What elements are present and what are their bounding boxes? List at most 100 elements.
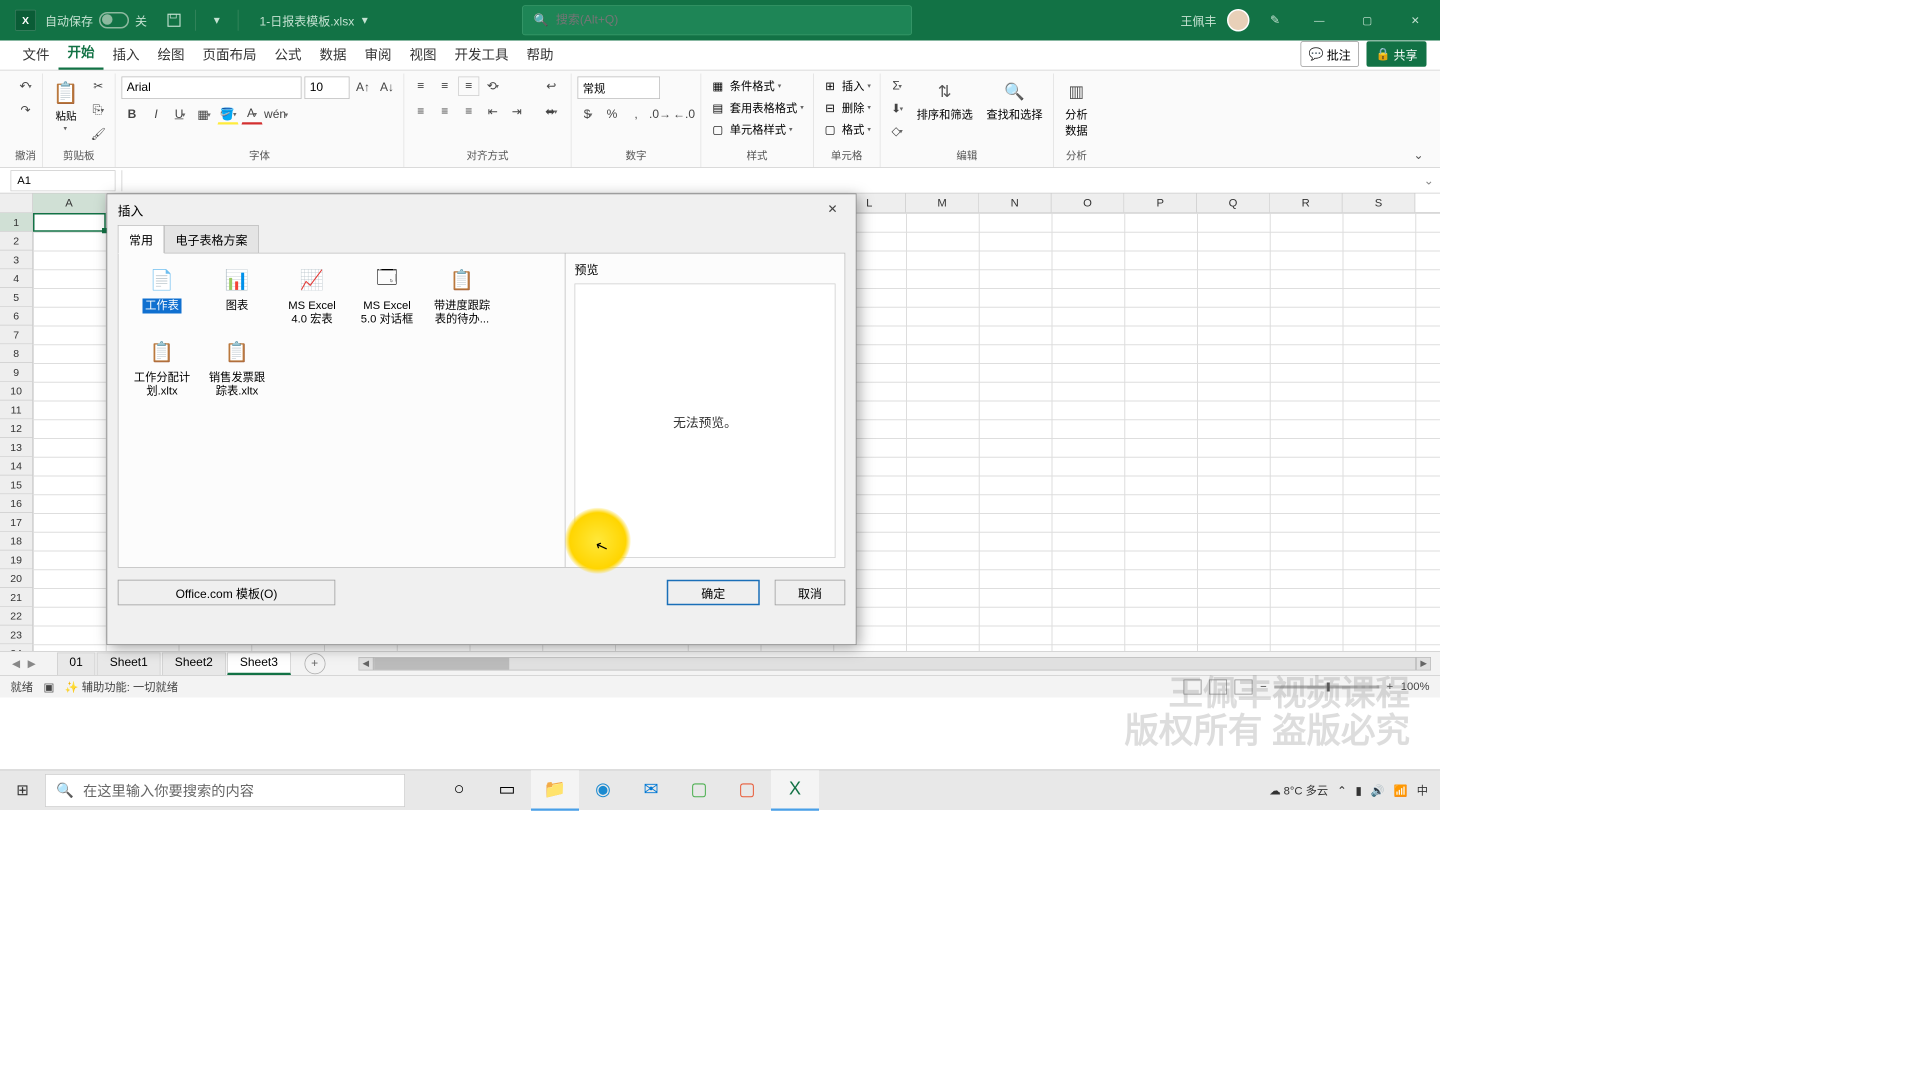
row-header[interactable]: 13 bbox=[0, 438, 33, 457]
row-header[interactable]: 19 bbox=[0, 551, 33, 570]
zoom-out-icon[interactable]: − bbox=[1260, 680, 1267, 693]
row-header[interactable]: 8 bbox=[0, 344, 33, 363]
align-top-icon[interactable]: ≡ bbox=[410, 77, 431, 97]
tray-volume-icon[interactable]: 🔊 bbox=[1371, 783, 1385, 797]
undo-icon[interactable]: ↶▾ bbox=[15, 77, 36, 97]
formula-input[interactable] bbox=[122, 170, 1418, 191]
dialog-tab[interactable]: 常用 bbox=[118, 225, 165, 254]
decrease-decimal-icon[interactable]: ←.0 bbox=[674, 105, 695, 125]
col-header[interactable]: M bbox=[906, 194, 979, 213]
increase-indent-icon[interactable]: ⇥ bbox=[506, 102, 527, 122]
template-item[interactable]: 📋工作分配计划.xltx bbox=[126, 333, 198, 402]
qat-dropdown[interactable]: ▾ bbox=[205, 8, 229, 32]
row-header[interactable]: 3 bbox=[0, 251, 33, 270]
minimize-button[interactable]: — bbox=[1301, 5, 1339, 35]
office-templates-button[interactable]: Office.com 模板(O) bbox=[118, 580, 336, 606]
cut-icon[interactable]: ✂ bbox=[88, 77, 109, 97]
row-header[interactable]: 15 bbox=[0, 476, 33, 495]
sheet-tab[interactable]: 01 bbox=[57, 652, 96, 675]
row-header[interactable]: 7 bbox=[0, 326, 33, 345]
row-header[interactable]: 12 bbox=[0, 419, 33, 438]
page-break-view-icon[interactable] bbox=[1235, 679, 1253, 694]
task-app2-icon[interactable]: ▢ bbox=[723, 770, 771, 811]
border-icon[interactable]: ▦▾ bbox=[194, 105, 215, 125]
close-button[interactable]: ✕ bbox=[1397, 5, 1435, 35]
task-explorer-icon[interactable]: 📁 bbox=[531, 770, 579, 811]
row-header[interactable]: 9 bbox=[0, 363, 33, 382]
zoom-slider[interactable] bbox=[1274, 685, 1379, 688]
clear-icon[interactable]: ◇▾ bbox=[887, 122, 908, 142]
row-header[interactable]: 6 bbox=[0, 307, 33, 326]
font-size-select[interactable] bbox=[305, 77, 350, 100]
cell-styles-button[interactable]: ▢单元格样式▾ bbox=[707, 120, 806, 139]
template-item[interactable]: 🗔MS Excel 5.0 对话框 bbox=[351, 261, 423, 330]
align-left-icon[interactable]: ≡ bbox=[410, 102, 431, 122]
autosave-toggle[interactable]: 自动保存 关 bbox=[45, 11, 147, 29]
increase-font-icon[interactable]: A↑ bbox=[353, 78, 374, 98]
ok-button[interactable]: 确定 bbox=[667, 580, 760, 606]
format-painter-icon[interactable]: 🖌 bbox=[88, 125, 109, 145]
autosum-icon[interactable]: Σ▾ bbox=[887, 77, 908, 97]
ribbon-tab-页面布局[interactable]: 页面布局 bbox=[194, 38, 266, 70]
tray-ime-icon[interactable]: 中 bbox=[1417, 782, 1428, 798]
tray-wifi-icon[interactable]: 📶 bbox=[1394, 783, 1408, 797]
task-view-icon[interactable]: ▭ bbox=[483, 770, 531, 811]
task-app1-icon[interactable]: ▢ bbox=[675, 770, 723, 811]
ribbon-tab-数据[interactable]: 数据 bbox=[311, 38, 356, 70]
row-header[interactable]: 20 bbox=[0, 569, 33, 588]
ribbon-tab-审阅[interactable]: 审阅 bbox=[356, 38, 401, 70]
sheet-tab[interactable]: Sheet1 bbox=[97, 652, 161, 675]
expand-formula-icon[interactable]: ⌄ bbox=[1418, 173, 1441, 188]
taskbar-search[interactable]: 🔍 在这里输入你要搜索的内容 bbox=[45, 774, 405, 807]
col-header[interactable]: A bbox=[33, 194, 106, 213]
col-header[interactable]: N bbox=[979, 194, 1052, 213]
select-all-triangle[interactable] bbox=[0, 194, 33, 213]
font-name-select[interactable] bbox=[122, 77, 302, 100]
copy-icon[interactable]: ⎘▾ bbox=[88, 101, 109, 121]
phonetic-icon[interactable]: wén▾ bbox=[266, 105, 287, 125]
orientation-icon[interactable]: ⟲▾ bbox=[482, 77, 503, 97]
sheet-tab[interactable]: Sheet2 bbox=[162, 652, 226, 675]
italic-icon[interactable]: I bbox=[146, 105, 167, 125]
redo-icon[interactable]: ↷ bbox=[15, 101, 36, 121]
row-header[interactable]: 4 bbox=[0, 269, 33, 288]
row-header[interactable]: 16 bbox=[0, 494, 33, 513]
ribbon-tab-帮助[interactable]: 帮助 bbox=[518, 38, 563, 70]
ribbon-tab-视图[interactable]: 视图 bbox=[401, 38, 446, 70]
start-button[interactable]: ⊞ bbox=[0, 770, 45, 811]
cancel-button[interactable]: 取消 bbox=[775, 580, 846, 606]
template-item[interactable]: 📋销售发票跟踪表.xltx bbox=[201, 333, 273, 402]
ribbon-tab-开始[interactable]: 开始 bbox=[59, 36, 104, 70]
add-sheet-button[interactable]: + bbox=[304, 653, 325, 674]
row-header[interactable]: 17 bbox=[0, 513, 33, 532]
zoom-in-icon[interactable]: + bbox=[1387, 680, 1394, 693]
sheet-nav-next[interactable]: ▶ bbox=[25, 657, 39, 670]
normal-view-icon[interactable] bbox=[1184, 679, 1202, 694]
row-header[interactable]: 21 bbox=[0, 588, 33, 607]
dialog-tab[interactable]: 电子表格方案 bbox=[164, 225, 259, 254]
format-cells-button[interactable]: ▢格式 ▾ bbox=[819, 120, 873, 139]
paste-button[interactable]: 📋 粘贴▾ bbox=[49, 77, 84, 135]
comments-button[interactable]: 💬 批注 bbox=[1301, 41, 1359, 67]
ribbon-tab-文件[interactable]: 文件 bbox=[14, 38, 59, 70]
col-header[interactable]: S bbox=[1343, 194, 1416, 213]
tray-chevron-icon[interactable]: ⌃ bbox=[1337, 783, 1346, 797]
task-edge-icon[interactable]: ◉ bbox=[579, 770, 627, 811]
search-box[interactable]: 🔍 bbox=[522, 5, 912, 35]
col-header[interactable]: P bbox=[1124, 194, 1197, 213]
align-right-icon[interactable]: ≡ bbox=[458, 102, 479, 122]
format-as-table-button[interactable]: ▤套用表格格式▾ bbox=[707, 98, 806, 117]
merge-icon[interactable]: ⬌▾ bbox=[538, 102, 565, 122]
col-header[interactable]: Q bbox=[1197, 194, 1270, 213]
ribbon-tab-开发工具[interactable]: 开发工具 bbox=[446, 38, 518, 70]
col-header[interactable]: R bbox=[1270, 194, 1343, 213]
percent-icon[interactable]: % bbox=[602, 105, 623, 125]
macro-record-icon[interactable]: ▣ bbox=[44, 680, 55, 694]
font-color-icon[interactable]: A▾ bbox=[242, 105, 263, 125]
template-item[interactable]: 📄工作表 bbox=[126, 261, 198, 330]
avatar[interactable] bbox=[1227, 9, 1250, 32]
share-button[interactable]: 🔒 共享 bbox=[1367, 41, 1427, 67]
maximize-button[interactable]: ▢ bbox=[1349, 5, 1387, 35]
row-header[interactable]: 14 bbox=[0, 457, 33, 476]
collapse-ribbon-icon[interactable]: ⌄ bbox=[1406, 143, 1431, 167]
